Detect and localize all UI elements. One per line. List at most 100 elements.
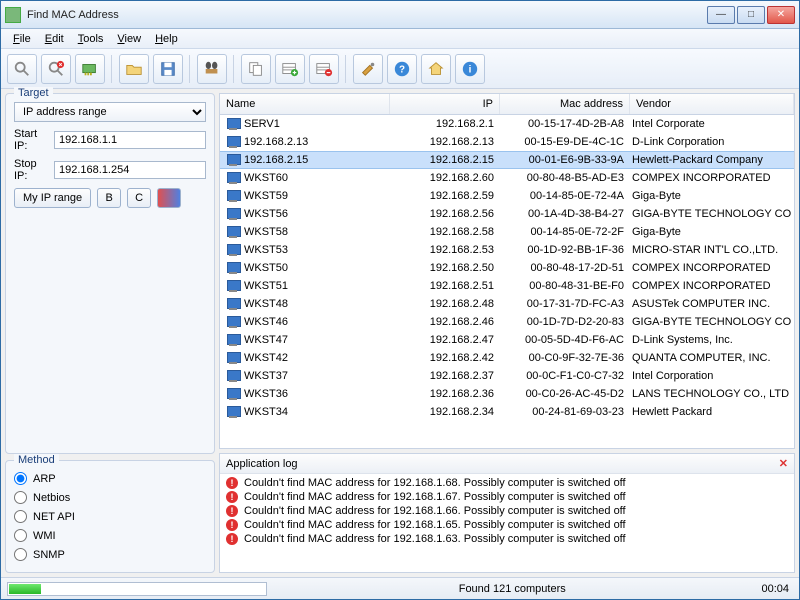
error-icon: ! (226, 533, 238, 545)
log-line: !Couldn't find MAC address for 192.168.1… (220, 490, 794, 504)
method-group: Method ARPNetbiosNET APIWMISNMP (5, 460, 215, 573)
table-row[interactable]: WKST42192.168.2.4200-C0-9F-32-7E-36QUANT… (220, 349, 794, 367)
computer-icon (226, 190, 240, 202)
method-net-api[interactable]: NET API (14, 507, 206, 526)
table-row[interactable]: WKST48192.168.2.4800-17-31-7D-FC-A3ASUST… (220, 295, 794, 313)
progress-bar (7, 582, 267, 596)
minimize-button[interactable]: — (707, 6, 735, 24)
method-netbios[interactable]: Netbios (14, 488, 206, 507)
status-time: 00:04 (751, 583, 799, 595)
maximize-button[interactable]: □ (737, 6, 765, 24)
table-add-button[interactable] (275, 54, 305, 84)
start-ip-label: Start IP: (14, 128, 48, 152)
table-row[interactable]: WKST34192.168.2.3400-24-81-69-03-23Hewle… (220, 403, 794, 421)
menu-help[interactable]: Help (149, 31, 184, 47)
computer-icon (226, 244, 240, 256)
computer-icon (226, 406, 240, 418)
copy-button[interactable] (241, 54, 271, 84)
svg-text:i: i (469, 64, 472, 75)
menu-file[interactable]: File (7, 31, 37, 47)
help-button[interactable]: ? (387, 54, 417, 84)
table-body[interactable]: SERV1192.168.2.100-15-17-4D-2B-A8Intel C… (220, 115, 794, 448)
app-log: Application log ✕ !Couldn't find MAC add… (219, 453, 795, 573)
method-snmp[interactable]: SNMP (14, 545, 206, 564)
table-row[interactable]: WKST56192.168.2.5600-1A-4D-38-B4-27GIGA-… (220, 205, 794, 223)
table-row[interactable]: SERV1192.168.2.100-15-17-4D-2B-A8Intel C… (220, 115, 794, 133)
table-row[interactable]: WKST53192.168.2.5300-1D-92-BB-1F-36MICRO… (220, 241, 794, 259)
open-button[interactable] (119, 54, 149, 84)
method-arp[interactable]: ARP (14, 469, 206, 488)
table-row[interactable]: WKST58192.168.2.5800-14-85-0E-72-2FGiga-… (220, 223, 794, 241)
menu-tools[interactable]: Tools (72, 31, 110, 47)
right-pane: Name IP Mac address Vendor SERV1192.168.… (219, 93, 795, 573)
log-close-icon[interactable]: ✕ (779, 457, 788, 470)
start-ip-input[interactable] (54, 131, 206, 149)
col-vendor[interactable]: Vendor (630, 94, 794, 114)
svg-text:?: ? (399, 64, 405, 75)
log-line: !Couldn't find MAC address for 192.168.1… (220, 476, 794, 490)
menu-view[interactable]: View (111, 31, 147, 47)
log-line: !Couldn't find MAC address for 192.168.1… (220, 518, 794, 532)
color-button[interactable] (157, 188, 181, 208)
table-row[interactable]: WKST50192.168.2.5000-80-48-17-2D-51COMPE… (220, 259, 794, 277)
table-row[interactable]: WKST46192.168.2.4600-1D-7D-D2-20-83GIGA-… (220, 313, 794, 331)
status-text: Found 121 computers (273, 583, 751, 595)
close-button[interactable]: ✕ (767, 6, 795, 24)
col-mac[interactable]: Mac address (500, 94, 630, 114)
my-ip-range-button[interactable]: My IP range (14, 188, 91, 208)
find-button[interactable] (197, 54, 227, 84)
left-pane: Target IP address range Start IP: Stop I… (5, 93, 215, 573)
target-legend: Target (14, 87, 53, 99)
computer-icon (226, 298, 240, 310)
statusbar: Found 121 computers 00:04 (1, 577, 799, 599)
table-row[interactable]: WKST59192.168.2.5900-14-85-0E-72-4AGiga-… (220, 187, 794, 205)
scan-cancel-button[interactable] (41, 54, 71, 84)
content-area: Target IP address range Start IP: Stop I… (1, 89, 799, 577)
error-icon: ! (226, 491, 238, 503)
computer-icon (226, 172, 240, 184)
method-legend: Method (14, 454, 59, 466)
computer-icon (226, 280, 240, 292)
table-header[interactable]: Name IP Mac address Vendor (220, 94, 794, 115)
computer-icon (226, 154, 240, 166)
target-mode-select[interactable]: IP address range (14, 102, 206, 122)
log-line: !Couldn't find MAC address for 192.168.1… (220, 504, 794, 518)
network-card-button[interactable] (75, 54, 105, 84)
info-button[interactable]: i (455, 54, 485, 84)
table-row[interactable]: WKST51192.168.2.5100-80-48-31-BE-F0COMPE… (220, 277, 794, 295)
log-line: !Couldn't find MAC address for 192.168.1… (220, 532, 794, 546)
window-title: Find MAC Address (27, 9, 707, 21)
table-row[interactable]: WKST37192.168.2.3700-0C-F1-C0-C7-32Intel… (220, 367, 794, 385)
log-title: Application log (226, 458, 779, 470)
col-ip[interactable]: IP (390, 94, 500, 114)
settings-button[interactable] (353, 54, 383, 84)
stop-ip-input[interactable] (54, 161, 206, 179)
computer-icon (226, 136, 240, 148)
table-row[interactable]: WKST60192.168.2.6000-80-48-B5-AD-E3COMPE… (220, 169, 794, 187)
home-button[interactable] (421, 54, 451, 84)
col-name[interactable]: Name (220, 94, 390, 114)
log-body[interactable]: !Couldn't find MAC address for 192.168.1… (220, 474, 794, 572)
table-row[interactable]: 192.168.2.15192.168.2.1500-01-E6-9B-33-9… (220, 151, 794, 169)
toolbar: ? i (1, 49, 799, 89)
computer-icon (226, 226, 240, 238)
stop-ip-label: Stop IP: (14, 158, 48, 182)
computer-icon (226, 370, 240, 382)
table-row[interactable]: WKST36192.168.2.3600-C0-26-AC-45-D2LANS … (220, 385, 794, 403)
computer-icon (226, 388, 240, 400)
table-remove-button[interactable] (309, 54, 339, 84)
save-button[interactable] (153, 54, 183, 84)
method-wmi[interactable]: WMI (14, 526, 206, 545)
computer-icon (226, 262, 240, 274)
error-icon: ! (226, 477, 238, 489)
error-icon: ! (226, 519, 238, 531)
table-row[interactable]: 192.168.2.13192.168.2.1300-15-E9-DE-4C-1… (220, 133, 794, 151)
computer-icon (226, 118, 240, 130)
class-b-button[interactable]: B (97, 188, 121, 208)
menubar: FileEditToolsViewHelp (1, 29, 799, 49)
scan-single-button[interactable] (7, 54, 37, 84)
class-c-button[interactable]: C (127, 188, 151, 208)
table-row[interactable]: WKST47192.168.2.4700-05-5D-4D-F6-ACD-Lin… (220, 331, 794, 349)
menu-edit[interactable]: Edit (39, 31, 70, 47)
computer-icon (226, 208, 240, 220)
